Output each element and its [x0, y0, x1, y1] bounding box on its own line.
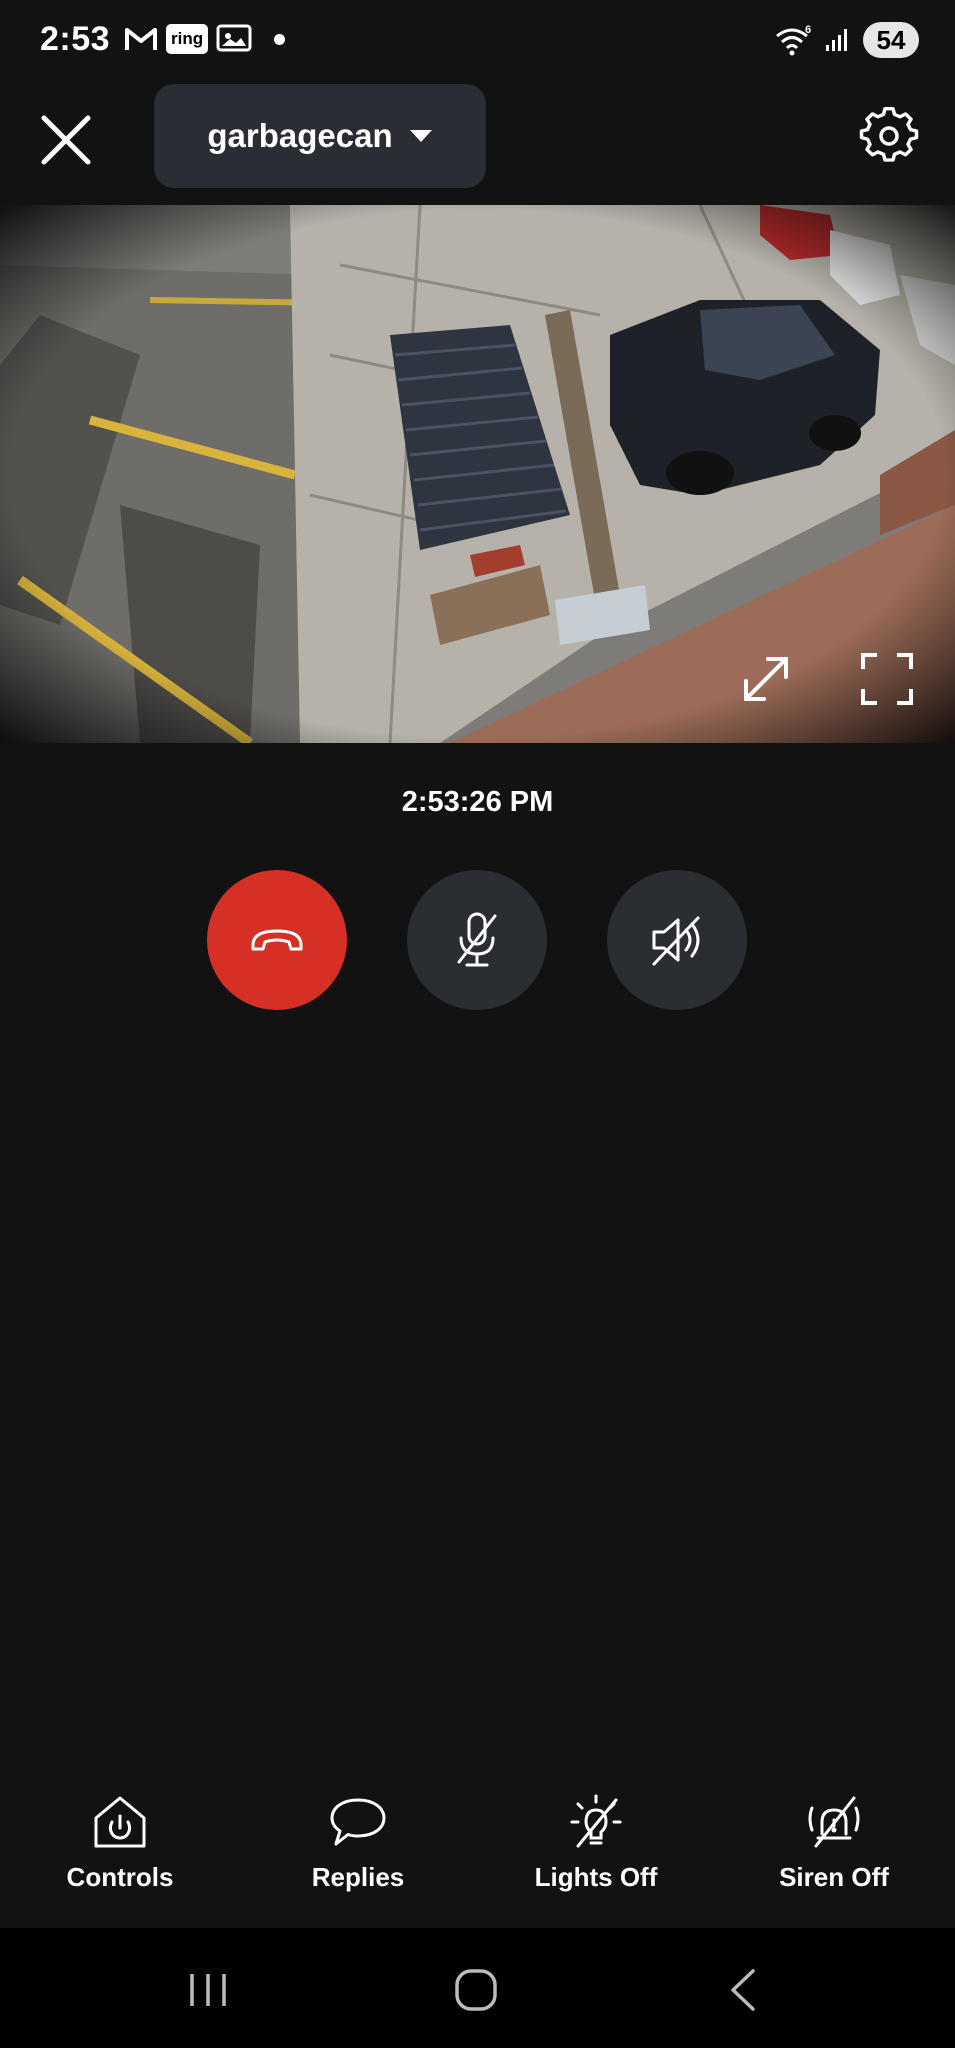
replies-button[interactable]: Replies [258, 1790, 458, 1893]
lights-off-button[interactable]: Lights Off [496, 1790, 696, 1893]
device-name: garbagecan [207, 117, 393, 154]
notification-dot [274, 33, 286, 45]
speech-bubble-icon [330, 1798, 386, 1846]
status-notification-icons: ring [124, 24, 286, 54]
hang-up-icon [251, 929, 303, 951]
back-button[interactable] [703, 1950, 783, 2030]
gear-icon [859, 107, 919, 162]
mute-speaker-button[interactable] [607, 870, 747, 1010]
speaker-muted-icon [652, 916, 700, 966]
status-time: 2:53 [40, 20, 111, 58]
replies-label: Replies [311, 1862, 405, 1892]
siren-off-button[interactable]: Siren Off [734, 1790, 934, 1893]
image-icon [216, 24, 252, 54]
caret-down-icon [409, 130, 432, 142]
mute-microphone-button[interactable] [407, 870, 547, 1010]
screen: 2:53 ring 6 54 garbagecan 2:53:26 PM Con… [0, 0, 955, 2048]
hang-up-button[interactable] [207, 870, 347, 1010]
signal-icon [825, 27, 851, 53]
system-nav-bar [0, 1928, 955, 2048]
controls-label: Controls [66, 1862, 174, 1892]
status-system-icons: 6 54 [775, 22, 919, 58]
status-bar: 2:53 ring 6 54 [0, 0, 955, 80]
wifi-6-icon: 6 [775, 24, 813, 56]
expand-icon [744, 657, 788, 701]
lights-off-label: Lights Off [534, 1862, 658, 1892]
close-button[interactable] [36, 110, 96, 170]
light-off-icon [570, 1794, 622, 1848]
microphone-muted-icon [457, 912, 497, 967]
gmail-icon [124, 25, 158, 53]
device-selector[interactable]: garbagecan [154, 84, 486, 188]
svg-text:6: 6 [805, 24, 811, 36]
fullscreen-icon [861, 653, 913, 705]
controls-button[interactable]: Controls [20, 1790, 220, 1893]
live-video-feed[interactable] [0, 205, 955, 743]
recent-apps-icon [190, 1974, 226, 2006]
home-icon [455, 1969, 497, 2011]
siren-off-label: Siren Off [779, 1862, 889, 1892]
home-button[interactable] [436, 1950, 516, 2030]
siren-off-icon [808, 1796, 860, 1848]
battery-icon: 54 [863, 22, 919, 58]
settings-button[interactable] [859, 106, 919, 166]
header: garbagecan [0, 80, 955, 200]
back-icon [731, 1969, 755, 2011]
recent-apps-button[interactable] [168, 1950, 248, 2030]
camera-scene [0, 205, 955, 743]
ring-icon: ring [166, 24, 209, 54]
fullscreen-button[interactable] [857, 649, 917, 709]
home-power-icon [94, 1796, 146, 1848]
expand-button[interactable] [736, 649, 796, 709]
timestamp: 2:53:26 PM [401, 786, 554, 818]
close-icon [41, 115, 91, 165]
